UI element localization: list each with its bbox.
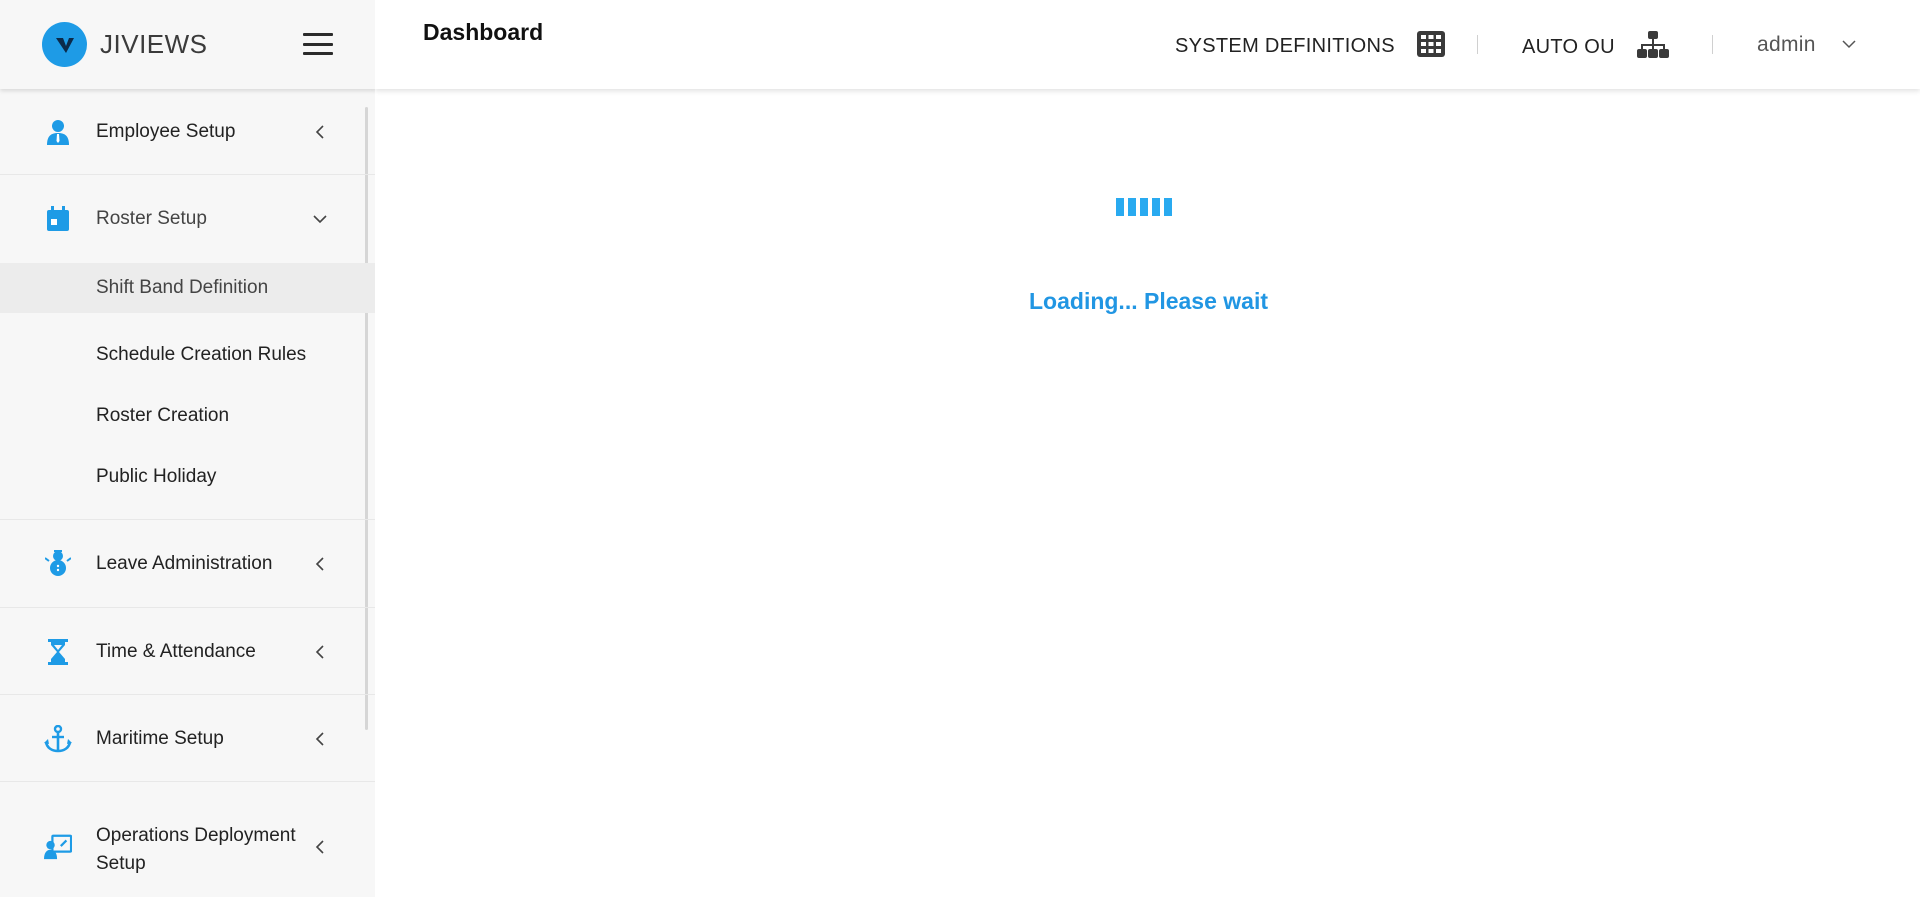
sidebar-item-label: Leave Administration xyxy=(96,553,273,574)
auto-ou-button[interactable]: AUTO OU xyxy=(1522,31,1669,64)
sidebar-subitem-shift-band-definition[interactable]: Shift Band Definition xyxy=(0,263,375,313)
brand-bar: JIVIEWS xyxy=(0,0,375,89)
chevron-down-icon xyxy=(1842,36,1856,54)
page-title: Dashboard xyxy=(423,19,544,45)
sidebar-item-label: Roster Setup xyxy=(96,208,207,229)
sidebar-item-leave-administration[interactable]: Leave Administration xyxy=(0,520,375,608)
logo-v-icon xyxy=(55,37,74,53)
loading-message: Loading... Please wait xyxy=(1029,288,1269,314)
sidebar-item-maritime-setup[interactable]: Maritime Setup xyxy=(0,695,375,782)
sidebar-item-label: Maritime Setup xyxy=(96,728,224,749)
auto-ou-label: AUTO OU xyxy=(1522,36,1615,58)
user-name: admin xyxy=(1757,33,1816,56)
sidebar-subitem-schedule-creation-rules[interactable]: Schedule Creation Rules xyxy=(0,324,375,385)
chevron-left-icon xyxy=(313,732,327,746)
org-chart-icon xyxy=(1636,31,1669,64)
sidebar-item-time-attendance[interactable]: Time & Attendance xyxy=(0,608,375,695)
loading-spinner xyxy=(1116,198,1172,216)
sidebar: JIVIEWS Employee Setup Roster Setup Shif… xyxy=(0,0,375,897)
sidebar-item-roster-setup[interactable]: Roster Setup xyxy=(0,175,375,263)
chevron-left-icon xyxy=(313,125,327,139)
header-divider xyxy=(1712,35,1713,54)
anchor-icon xyxy=(44,725,72,753)
grid-icon xyxy=(1416,31,1445,62)
user-menu[interactable]: admin xyxy=(1757,33,1856,57)
calendar-icon xyxy=(44,205,72,233)
sidebar-item-label: Operations Deployment Setup xyxy=(96,825,296,874)
sidebar-item-employee-setup[interactable]: Employee Setup xyxy=(0,89,375,175)
brand-logo[interactable] xyxy=(42,22,87,67)
snowman-icon xyxy=(44,550,72,578)
sidebar-subitem-roster-creation[interactable]: Roster Creation xyxy=(0,385,375,446)
sidebar-item-label: Employee Setup xyxy=(96,121,236,142)
sidebar-subitem-public-holiday[interactable]: Public Holiday xyxy=(0,446,375,507)
chevron-left-icon xyxy=(313,557,327,571)
chevron-left-icon xyxy=(313,840,327,854)
sidebar-nav: Employee Setup Roster Setup Shift Band D… xyxy=(0,89,375,897)
roster-setup-submenu: Shift Band Definition Schedule Creation … xyxy=(0,263,375,520)
sidebar-item-operations-deployment-setup[interactable]: Operations Deployment Setup xyxy=(0,782,375,897)
hourglass-icon xyxy=(44,638,72,666)
brand-name: JIVIEWS xyxy=(100,29,208,59)
employee-icon xyxy=(44,118,72,146)
deployment-icon xyxy=(44,833,72,861)
system-definitions-button[interactable]: SYSTEM DEFINITIONS xyxy=(1175,31,1445,62)
sidebar-item-label: Time & Attendance xyxy=(96,641,256,662)
system-definitions-label: SYSTEM DEFINITIONS xyxy=(1175,35,1395,57)
chevron-down-icon xyxy=(313,212,327,226)
chevron-left-icon xyxy=(313,645,327,659)
header-divider xyxy=(1477,35,1478,54)
menu-toggle-icon[interactable] xyxy=(303,33,333,55)
top-header: Dashboard SYSTEM DEFINITIONS AUTO OU adm… xyxy=(375,0,1920,89)
